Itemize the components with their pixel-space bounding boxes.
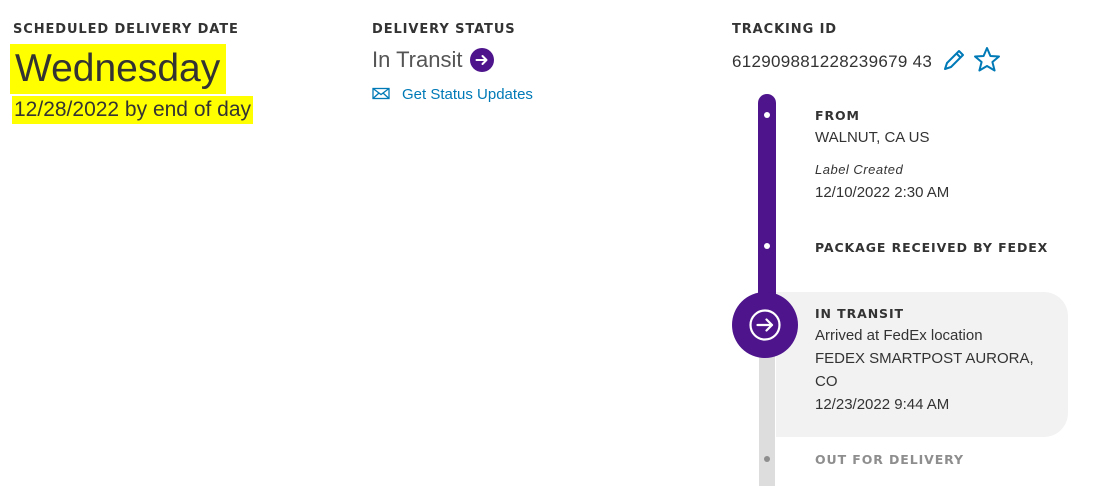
label-created-event: Label Created [815,162,904,177]
arrow-right-circle-icon [470,48,495,72]
delivery-status-label: DELIVERY STATUS [372,22,516,37]
from-label: FROM [815,108,860,123]
delivery-date: 12/28/2022 by end of day [12,96,254,124]
package-received-label: PACKAGE RECEIVED BY FEDEX [815,240,1049,255]
get-status-updates-link[interactable]: Get Status Updates [372,85,533,104]
envelope-icon [372,85,390,104]
from-location: WALNUT, CA US [815,129,930,146]
in-transit-label: IN TRANSIT [815,306,904,321]
label-created-timestamp: 12/10/2022 2:30 AM [815,184,950,201]
arrow-right-circle-icon [732,292,798,358]
timeline-remaining-rail [759,340,775,486]
scheduled-delivery-label: SCHEDULED DELIVERY DATE [13,22,239,37]
delivery-day: Wednesday [10,44,227,94]
in-transit-timestamp: 12/23/2022 9:44 AM [815,396,950,413]
in-transit-line-1: Arrived at FedEx location [815,327,983,344]
timeline-dot [764,456,770,462]
timeline-progress-rail [758,94,776,316]
star-icon[interactable] [972,45,1002,79]
pencil-icon[interactable] [940,46,968,78]
delivery-status-value: In Transit [372,47,463,72]
in-transit-line-2: FEDEX SMARTPOST AURORA, [815,350,1034,367]
tracking-id-label: TRACKING ID [732,22,837,37]
timeline-dot [764,112,770,118]
tracking-id: 612909881228239679 43 [732,45,1002,79]
out-for-delivery-label: OUT FOR DELIVERY [815,452,964,467]
tracking-number: 612909881228239679 43 [732,52,933,71]
get-status-updates-label: Get Status Updates [402,85,533,103]
in-transit-line-3: CO [815,373,838,390]
delivery-status: In Transit [372,45,495,75]
timeline-dot [764,243,770,249]
